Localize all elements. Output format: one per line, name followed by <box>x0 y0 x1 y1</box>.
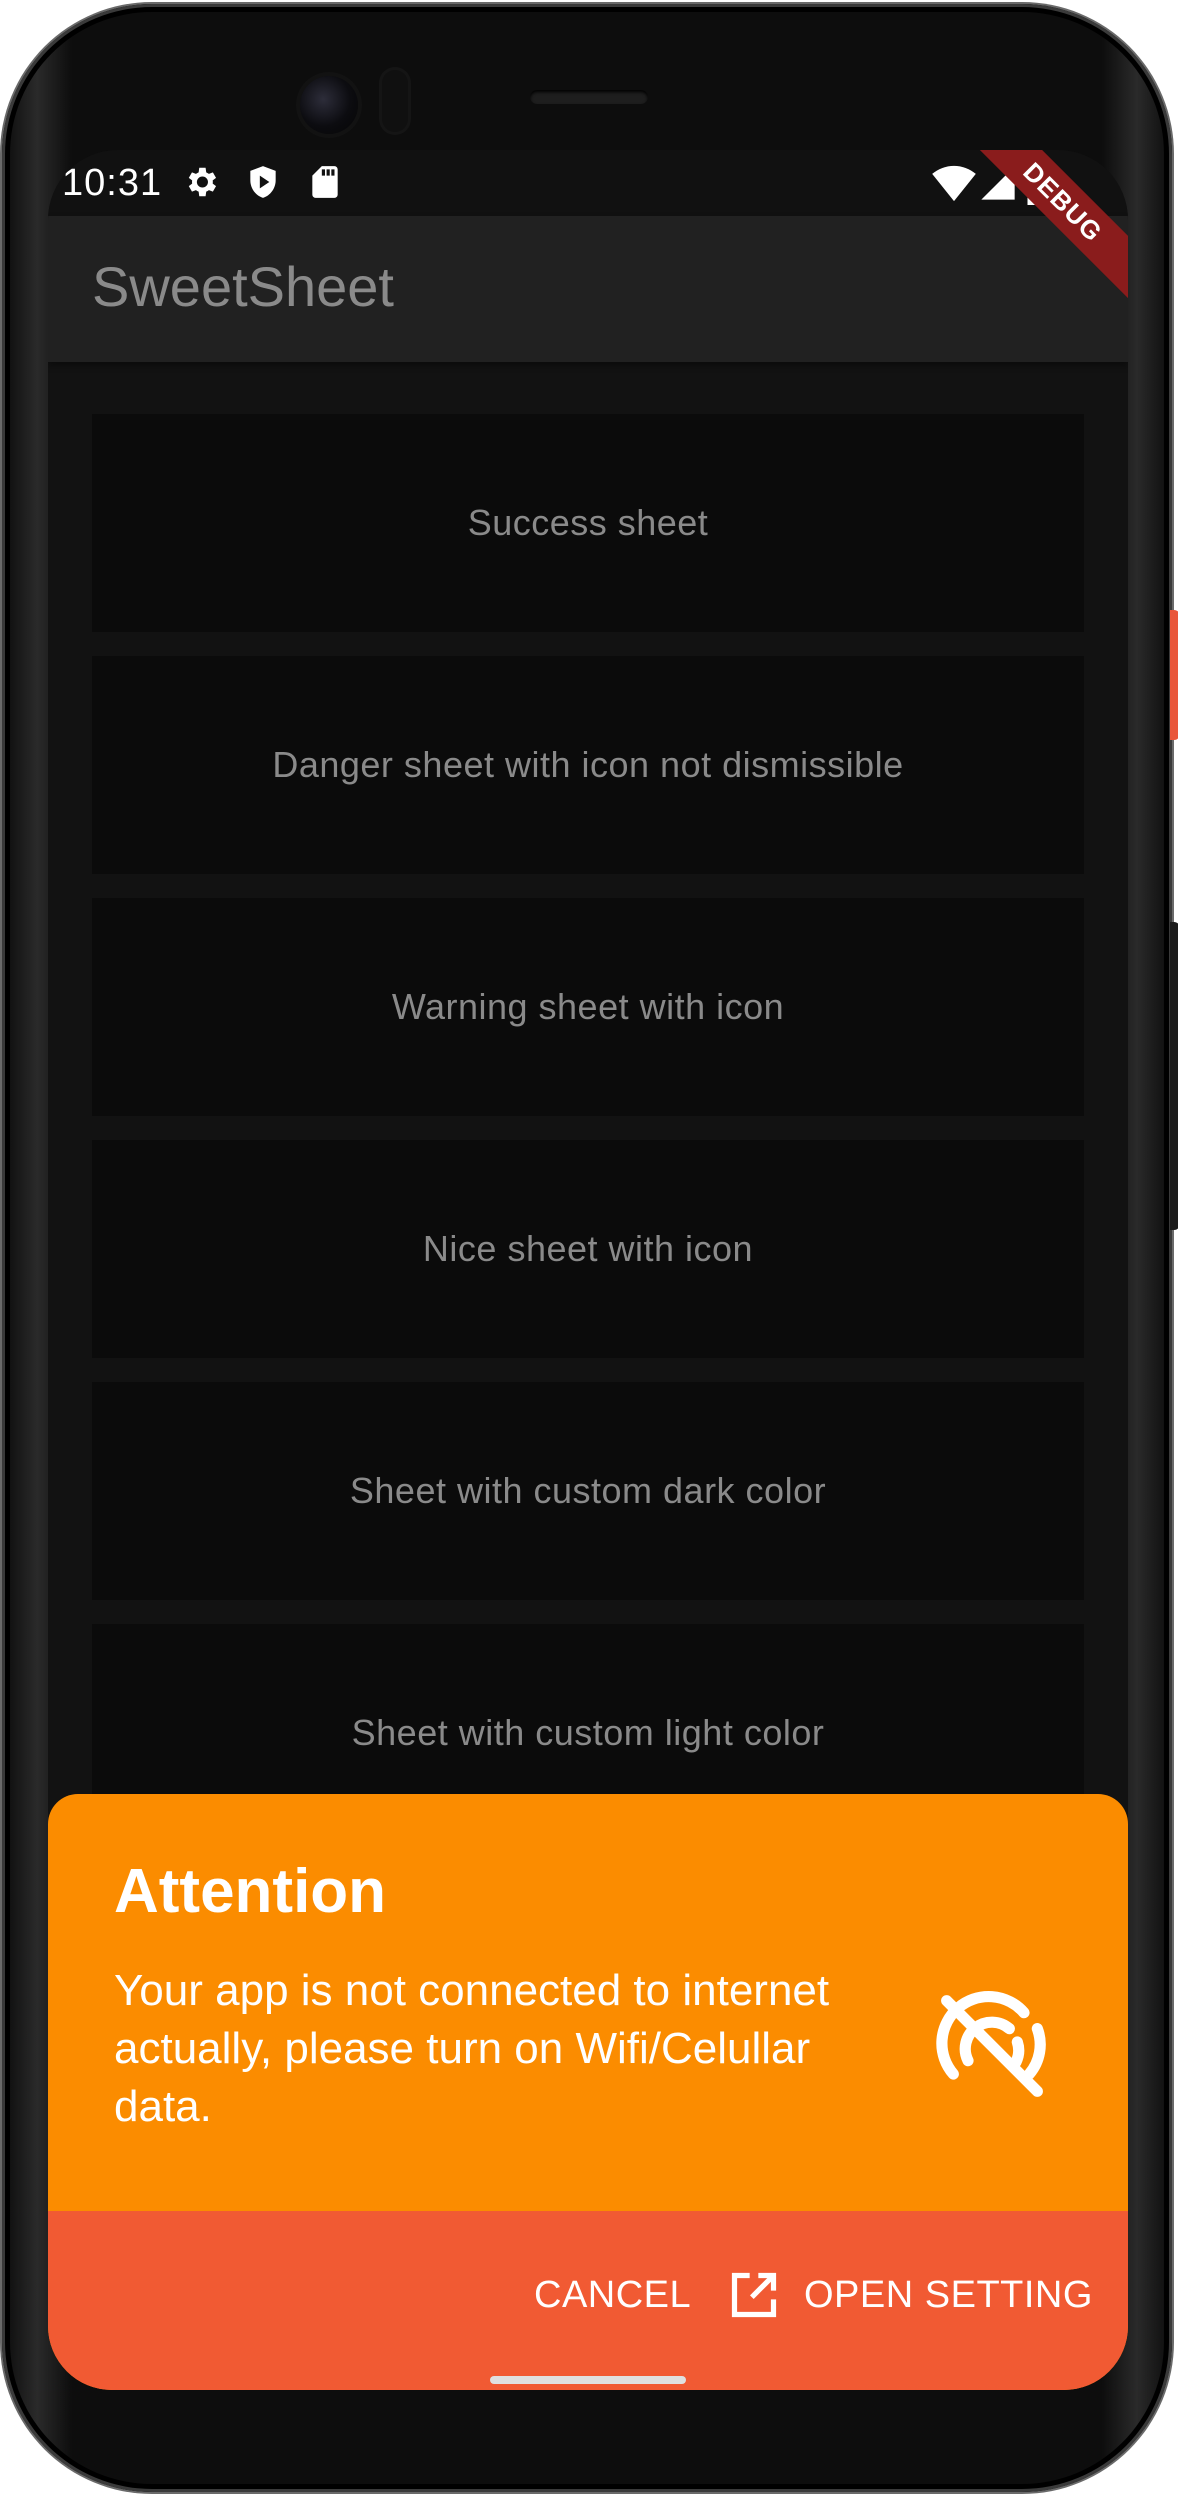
screen: 10:31 DEBUG SweetSheet Success sheet Dan… <box>48 150 1128 2390</box>
shield-icon <box>250 166 276 198</box>
open-setting-label: OPEN SETTING <box>804 2273 1093 2316</box>
cancel-button[interactable]: CANCEL <box>534 2263 691 2327</box>
custom-dark-sheet-button[interactable]: Sheet with custom dark color <box>92 1382 1084 1600</box>
nice-sheet-button[interactable]: Nice sheet with icon <box>92 1140 1084 1358</box>
home-gesture-handle[interactable] <box>490 2376 686 2384</box>
cancel-label: CANCEL <box>534 2273 692 2316</box>
app-bar: SweetSheet <box>48 216 1128 362</box>
bottom-sheet: Attention Your app is not connected to i… <box>48 1794 1128 2390</box>
open-external-icon <box>731 2272 777 2318</box>
settings-icon <box>188 167 217 197</box>
sheet-description: Your app is not connected to internet ac… <box>114 1966 830 2131</box>
phone-frame: 10:31 DEBUG SweetSheet Success sheet Dan… <box>2 4 1178 2492</box>
proximity-sensor <box>382 70 408 132</box>
sd-card-icon <box>312 166 338 198</box>
danger-sheet-button[interactable]: Danger sheet with icon not dismissible <box>92 656 1084 874</box>
status-time: 10:31 <box>62 162 163 204</box>
open-setting-button[interactable]: OPEN SETTING <box>728 2263 1093 2327</box>
earpiece-speaker <box>530 90 648 104</box>
wifi-off-icon <box>936 1990 1046 2097</box>
front-camera <box>300 76 358 134</box>
sheet-title: Attention <box>114 1857 387 1926</box>
power-button <box>1170 610 1178 740</box>
warning-sheet-button[interactable]: Warning sheet with icon <box>92 898 1084 1116</box>
gesture-nav-bar <box>48 2330 1128 2390</box>
status-bar: 10:31 <box>48 150 1128 216</box>
volume-button <box>1170 922 1178 1230</box>
app-title: SweetSheet <box>92 255 394 318</box>
success-sheet-button[interactable]: Success sheet <box>92 414 1084 632</box>
wifi-icon <box>932 165 976 202</box>
